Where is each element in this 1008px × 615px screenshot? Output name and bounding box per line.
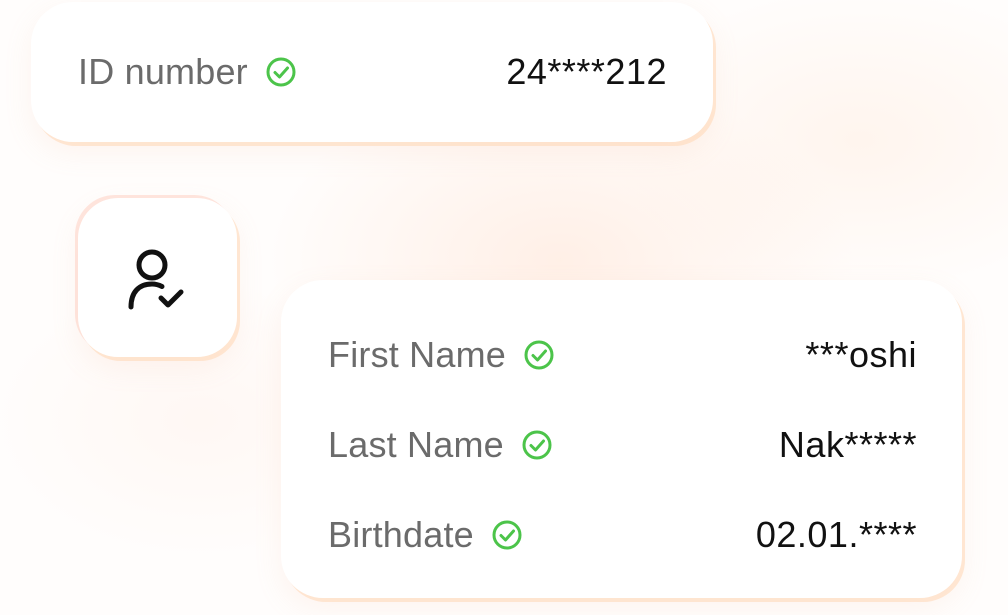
check-circle-icon — [491, 519, 523, 551]
last-name-row: Last Name Nak***** — [328, 400, 917, 490]
first-name-label-group: First Name — [328, 334, 555, 376]
user-verified-card — [78, 198, 237, 357]
first-name-value: ***oshi — [805, 334, 917, 375]
id-number-value: 24****212 — [506, 51, 667, 92]
check-circle-icon — [265, 56, 297, 88]
birthdate-row: Birthdate 02.01.**** — [328, 490, 917, 580]
id-number-card: ID number 24****212 — [31, 2, 713, 142]
last-name-value: Nak***** — [778, 424, 917, 465]
check-circle-icon — [521, 429, 553, 461]
first-name-label: First Name — [328, 334, 507, 375]
id-number-label-group: ID number — [78, 51, 297, 93]
personal-details-card: First Name ***oshi Last Name Nak***** Bi… — [281, 280, 962, 598]
birthdate-value: 02.01.**** — [755, 514, 917, 555]
user-check-icon — [128, 249, 183, 309]
first-name-row: First Name ***oshi — [328, 310, 917, 400]
id-number-label: ID number — [78, 51, 248, 92]
last-name-label-group: Last Name — [328, 424, 553, 466]
check-circle-icon — [523, 339, 555, 371]
birthdate-label: Birthdate — [328, 514, 474, 555]
last-name-label: Last Name — [328, 424, 504, 465]
birthdate-label-group: Birthdate — [328, 514, 523, 556]
